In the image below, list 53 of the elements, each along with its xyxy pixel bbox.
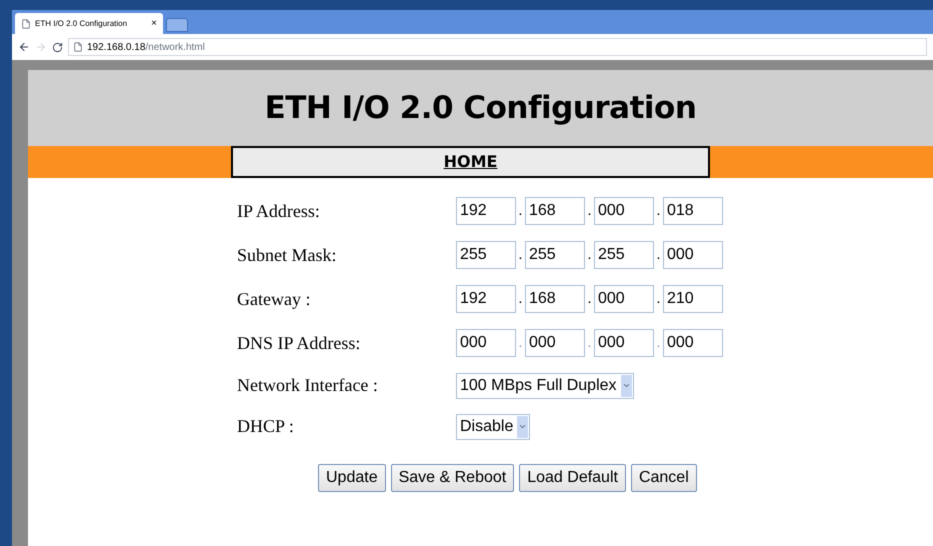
octet-field[interactable]: 255 (456, 241, 516, 269)
dot-separator: . (655, 288, 662, 309)
close-button[interactable]: × (151, 16, 157, 31)
form-button[interactable]: Cancel (630, 464, 697, 492)
octet-field[interactable]: 168 (525, 285, 585, 313)
dropdown[interactable]: Disable (456, 414, 530, 440)
octet-field[interactable]: 000 (663, 329, 723, 357)
octet-field[interactable]: 192 (456, 197, 516, 225)
dot-separator: . (586, 332, 593, 353)
dot-separator: . (586, 200, 593, 221)
tab-title: ETH I/O 2.0 Configuration (35, 18, 128, 30)
reload-icon[interactable] (52, 42, 63, 52)
dot-separator: . (517, 332, 524, 353)
octet-field[interactable]: 000 (663, 241, 723, 269)
address-bar[interactable]: 192.168.0.18/network.html (68, 38, 927, 56)
octet-field[interactable]: 255 (594, 241, 654, 269)
octet-field[interactable]: 000 (594, 285, 654, 313)
home-link[interactable]: HOME (444, 150, 498, 174)
dot-separator: . (655, 332, 662, 353)
dot-separator: . (517, 288, 524, 309)
octet-field[interactable]: 000 (594, 329, 654, 357)
octet-field[interactable]: 000 (594, 197, 654, 225)
octet-field[interactable]: 000 (456, 329, 516, 357)
back-icon[interactable] (18, 41, 30, 53)
octet-field[interactable]: 210 (663, 285, 723, 313)
field-label: DHCP : (237, 415, 295, 438)
form-button[interactable]: Update (318, 464, 386, 492)
dot-separator: . (517, 200, 524, 221)
field-label: Gateway : (237, 288, 312, 311)
browser-tab[interactable]: ETH I/O 2.0 Configuration × (15, 13, 163, 34)
dot-separator: . (586, 288, 593, 309)
dot-separator: . (586, 244, 593, 265)
octet-field[interactable]: 255 (525, 241, 585, 269)
field-label: DNS IP Address: (237, 332, 362, 354)
page-title: ETH I/O 2.0 Configuration (264, 88, 696, 128)
octet-field[interactable]: 168 (525, 197, 585, 225)
dot-separator: . (517, 244, 524, 265)
octet-field[interactable]: 018 (663, 197, 723, 225)
form-button[interactable]: Load Default (519, 464, 626, 492)
field-label: Subnet Mask: (237, 244, 338, 266)
dot-separator: . (655, 244, 662, 265)
page-icon (21, 18, 31, 28)
chevron-icon (622, 381, 631, 390)
url-text: 192.168.0.18/network.html (87, 40, 205, 54)
octet-field[interactable]: 000 (525, 329, 585, 357)
octet-field[interactable]: 192 (456, 285, 516, 313)
chevron-icon (518, 422, 528, 431)
field-label: Network Interface : (237, 374, 379, 397)
field-label: IP Address: (237, 200, 321, 222)
dot-separator: . (655, 200, 662, 221)
form-button[interactable]: Save & Reboot (390, 464, 514, 492)
dropdown[interactable]: 100 MBps Full Duplex (456, 372, 634, 398)
page-icon (73, 42, 83, 52)
